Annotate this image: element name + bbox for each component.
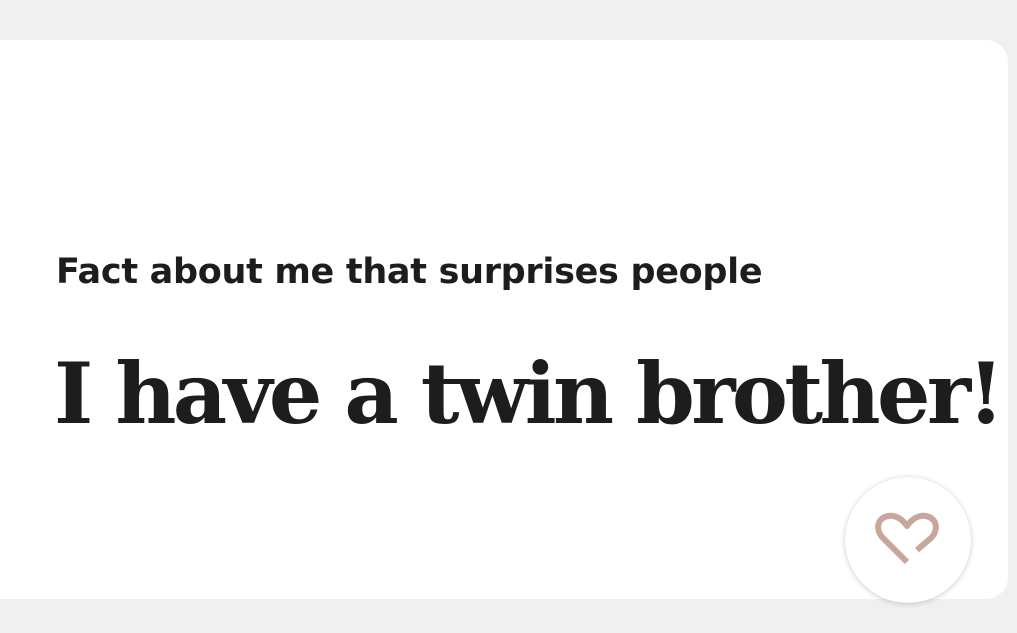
like-button[interactable] [845,477,971,603]
prompt-answer: I have a twin brother! [54,344,1004,443]
prompt-card: Fact about me that surprises people I ha… [0,40,1008,603]
prompt-question: Fact about me that surprises people [56,252,763,292]
heart-icon [875,512,939,565]
